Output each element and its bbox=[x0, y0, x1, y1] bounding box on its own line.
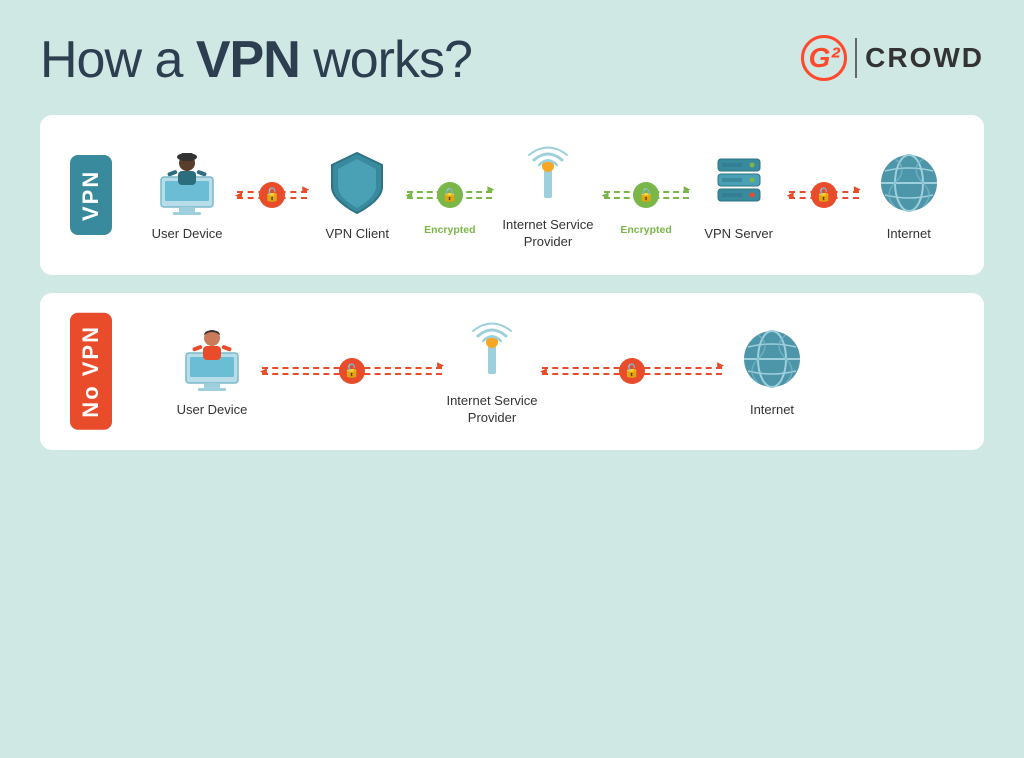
novpn-user-device-node: User Device bbox=[162, 324, 262, 419]
g2-logo: G² bbox=[801, 35, 847, 81]
vpn-section: VPN bbox=[40, 115, 984, 275]
vpn-diagram: User Device 🔓 bbox=[142, 139, 954, 251]
novpn-isp-node: Internet ServiceProvider bbox=[442, 315, 542, 427]
vpn-user-device-node: User Device bbox=[147, 148, 227, 243]
novpn-isp-icon bbox=[457, 315, 527, 385]
novpn-internet-icon bbox=[737, 324, 807, 394]
novpn-user-device-icon bbox=[177, 324, 247, 394]
lock-icon-red-2: 🔓 bbox=[811, 182, 837, 208]
vpn-label: VPN bbox=[70, 155, 112, 235]
novpn-user-device-label: User Device bbox=[177, 402, 248, 419]
crowd-logo: CROWD bbox=[865, 42, 984, 74]
novpn-label: No VPN bbox=[70, 313, 112, 430]
vpn-server-label: VPN Server bbox=[704, 226, 773, 243]
vpn-isp-node: Internet ServiceProvider bbox=[502, 139, 593, 251]
novpn-internet-label: Internet bbox=[750, 402, 794, 419]
vpn-server-node: VPN Server bbox=[699, 148, 779, 243]
vpn-connector-4: 🔓 bbox=[789, 180, 859, 210]
lock-icon-green-2: 🔒 bbox=[633, 182, 659, 208]
vpn-client-icon bbox=[322, 148, 392, 218]
novpn-internet-node: Internet bbox=[722, 324, 822, 419]
vpn-server-icon bbox=[704, 148, 774, 218]
vpn-internet-label: Internet bbox=[887, 226, 931, 243]
encrypted-label-1: Encrypted bbox=[424, 224, 475, 236]
page-title: How a VPN works? bbox=[40, 30, 472, 90]
novpn-connector-2: 🔓 bbox=[542, 356, 722, 386]
novpn-diagram: User Device 🔓 bbox=[142, 315, 954, 427]
novpn-section: No VPN bbox=[40, 293, 984, 450]
logo: G² CROWD bbox=[801, 35, 984, 81]
novpn-lock-icon-2: 🔓 bbox=[619, 358, 645, 384]
vpn-user-device-label: User Device bbox=[152, 226, 223, 243]
vpn-isp-label: Internet ServiceProvider bbox=[502, 217, 593, 251]
page: How a VPN works? G² CROWD VPN bbox=[0, 0, 1024, 758]
novpn-isp-label: Internet ServiceProvider bbox=[446, 393, 537, 427]
header: How a VPN works? G² CROWD bbox=[40, 30, 984, 90]
vpn-connector-3: 🔒 Encrypted bbox=[604, 173, 689, 218]
lock-icon-red-1: 🔓 bbox=[259, 182, 285, 208]
encrypted-label-2: Encrypted bbox=[620, 224, 671, 236]
vpn-internet-node: Internet bbox=[869, 148, 949, 243]
vpn-client-node: VPN Client bbox=[317, 148, 397, 243]
lock-icon-green-1: 🔒 bbox=[437, 182, 463, 208]
vpn-client-label: VPN Client bbox=[325, 226, 389, 243]
isp-icon bbox=[513, 139, 583, 209]
vpn-internet-icon bbox=[874, 148, 944, 218]
novpn-lock-icon-1: 🔓 bbox=[339, 358, 365, 384]
vpn-connector-2: 🔒 Encrypted bbox=[407, 173, 492, 218]
logo-divider bbox=[855, 38, 857, 78]
user-device-icon bbox=[152, 148, 222, 218]
novpn-connector-1: 🔓 bbox=[262, 356, 442, 386]
vpn-connector-1: 🔓 bbox=[237, 180, 307, 210]
